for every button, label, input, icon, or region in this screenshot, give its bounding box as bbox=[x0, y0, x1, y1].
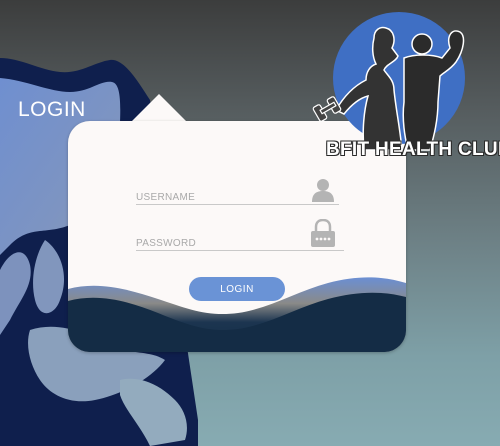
lock-icon bbox=[311, 219, 335, 247]
login-heading: LOGIN bbox=[18, 98, 86, 121]
club-name: BFIT HEALTH CLUB bbox=[326, 139, 500, 160]
card-notch bbox=[130, 94, 188, 123]
login-screen: LOGIN USERNAME LOGIN BFIT HEALTH CLUB bbox=[0, 0, 500, 446]
user-icon bbox=[312, 179, 334, 202]
username-input[interactable] bbox=[136, 192, 339, 203]
username-field[interactable] bbox=[136, 188, 339, 205]
login-button[interactable]: LOGIN bbox=[189, 277, 285, 301]
